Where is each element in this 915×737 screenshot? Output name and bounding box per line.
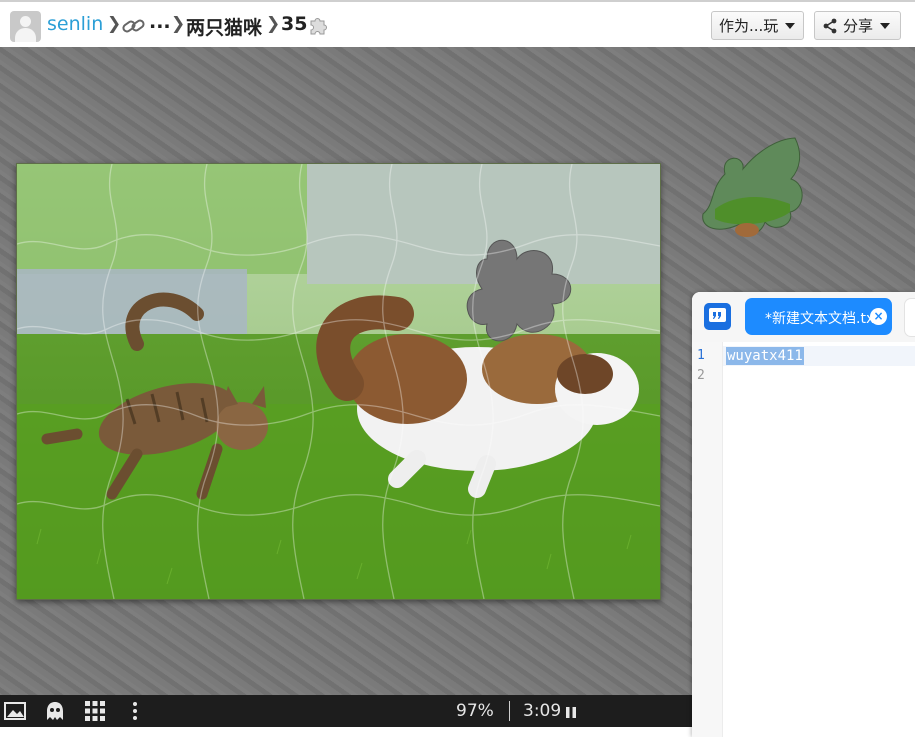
chevron-right-icon: ❯ [107, 14, 122, 34]
loose-puzzle-piece[interactable] [695, 134, 805, 246]
grid-icon[interactable] [84, 700, 106, 722]
bottom-strip [0, 727, 692, 737]
text-editor-window[interactable]: *新建文本文档.txt × 1 2 wuyatx411 [692, 292, 915, 737]
link-icon[interactable] [121, 15, 147, 37]
game-toolbar: 97% 3:09 [0, 695, 692, 727]
piece-count: 35 [281, 13, 308, 35]
share-button[interactable]: 分享 [814, 11, 901, 40]
puzzle-picture [17, 164, 660, 599]
elapsed-timer: 3:09 [523, 701, 562, 721]
caret-down-icon [785, 22, 796, 29]
chevron-right-icon: ❯ [266, 14, 281, 34]
pause-icon[interactable] [566, 707, 576, 718]
breadcrumb-ellipsis[interactable]: ... [149, 11, 171, 33]
caret-down-icon [880, 22, 891, 29]
share-label: 分享 [843, 17, 874, 35]
line-number: 2 [697, 368, 705, 383]
puzzle-image[interactable] [16, 163, 661, 600]
avatar[interactable] [10, 11, 41, 42]
completion-percent: 97% [456, 701, 494, 721]
puzzle-piece-icon [310, 18, 327, 35]
share-icon [823, 18, 837, 33]
selected-text[interactable]: wuyatx411 [726, 347, 804, 365]
line-number: 1 [697, 348, 705, 363]
quote-app-icon[interactable] [704, 303, 731, 330]
editor-tab-bar: *新建文本文档.txt × [692, 292, 915, 342]
editor-body[interactable] [723, 712, 915, 737]
play-as-label: 作为...玩 [719, 17, 779, 35]
divider [509, 701, 510, 721]
play-as-button[interactable]: 作为...玩 [711, 11, 804, 40]
close-tab-icon[interactable]: × [870, 308, 887, 325]
chevron-right-icon: ❯ [171, 14, 186, 34]
more-vertical-icon[interactable] [124, 700, 146, 722]
tab-label: *新建文本文档.txt [765, 311, 880, 327]
breadcrumb-puzzle-title[interactable]: 两只猫咪 [186, 13, 262, 40]
top-bar: senlin ❯ ... ❯ 两只猫咪 ❯ 35 作为...玩 分享 [0, 0, 915, 47]
image-icon[interactable] [4, 700, 26, 722]
line-number-gutter [692, 342, 723, 737]
ghost-icon[interactable] [44, 700, 66, 722]
next-tab[interactable] [904, 298, 915, 337]
breadcrumb-user[interactable]: senlin [47, 13, 103, 35]
